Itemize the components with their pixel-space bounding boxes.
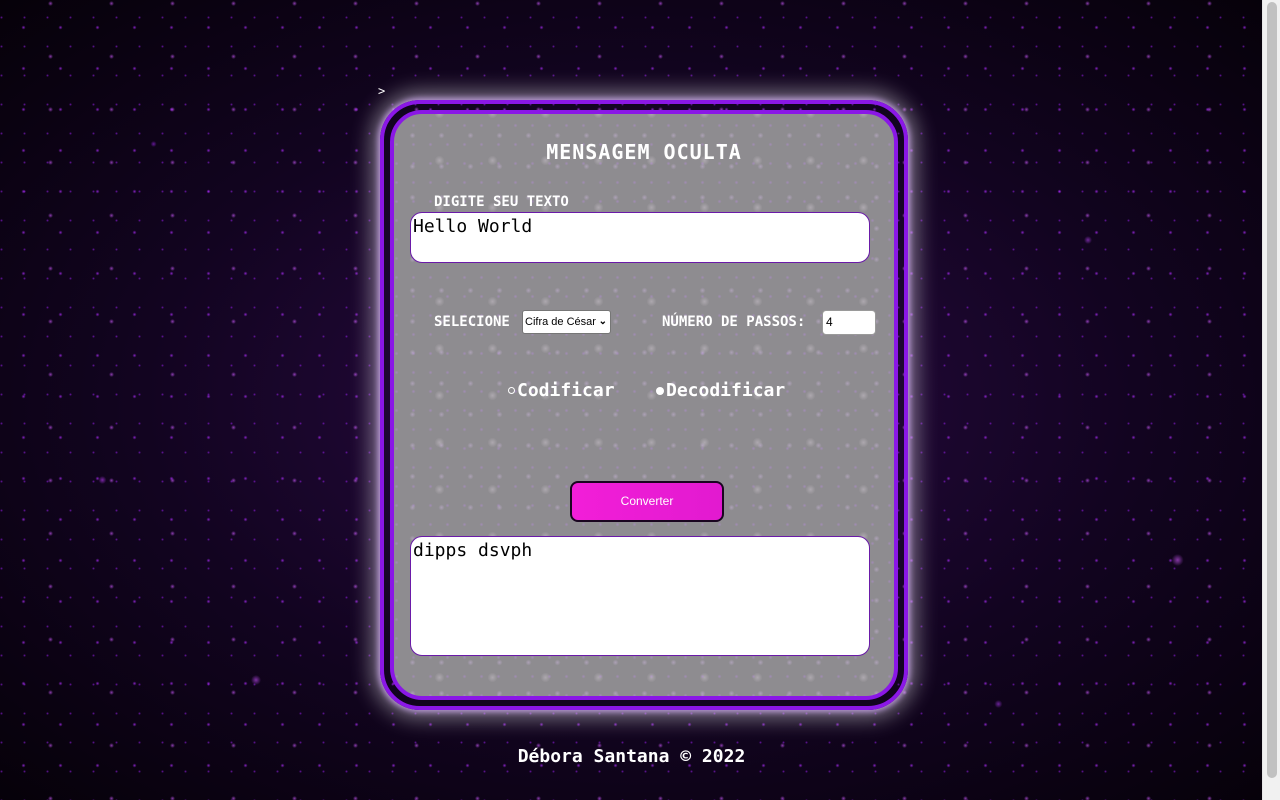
footer-credit: Débora Santana © 2022 <box>517 746 746 767</box>
decode-radio-label: Decodificar <box>666 380 786 401</box>
message-input[interactable]: Hello World <box>410 212 870 263</box>
cipher-card-panel: MENSAGEM OCULTA DIGITE SEU TEXTO Hello W… <box>390 110 898 700</box>
cipher-method-select[interactable]: Cifra de César ⌄ <box>522 310 611 334</box>
decode-radio-option[interactable]: Decodificar <box>656 380 785 401</box>
page-title: MENSAGEM OCULTA <box>546 140 742 164</box>
scrollbar-thumb[interactable] <box>1267 2 1277 778</box>
chevron-down-icon: ⌄ <box>598 316 607 327</box>
convert-button[interactable]: Converter <box>570 481 724 522</box>
radio-unchecked-icon[interactable] <box>508 387 515 394</box>
steps-number-input[interactable]: 4 <box>822 310 876 335</box>
method-select-label: SELECIONE <box>434 314 510 330</box>
steps-label: NÚMERO DE PASSOS: <box>662 314 806 330</box>
radio-checked-icon[interactable] <box>656 386 664 395</box>
page-scrollbar[interactable] <box>1262 0 1280 800</box>
stray-caret-mark: > <box>378 84 386 98</box>
result-output[interactable]: dipps dsvph <box>410 536 870 656</box>
encode-radio-option[interactable]: Codificar <box>508 380 615 401</box>
cipher-method-value: Cifra de César <box>525 316 596 328</box>
encode-radio-label: Codificar <box>517 380 615 401</box>
text-input-label: DIGITE SEU TEXTO <box>434 194 569 210</box>
cipher-card: MENSAGEM OCULTA DIGITE SEU TEXTO Hello W… <box>380 100 908 710</box>
